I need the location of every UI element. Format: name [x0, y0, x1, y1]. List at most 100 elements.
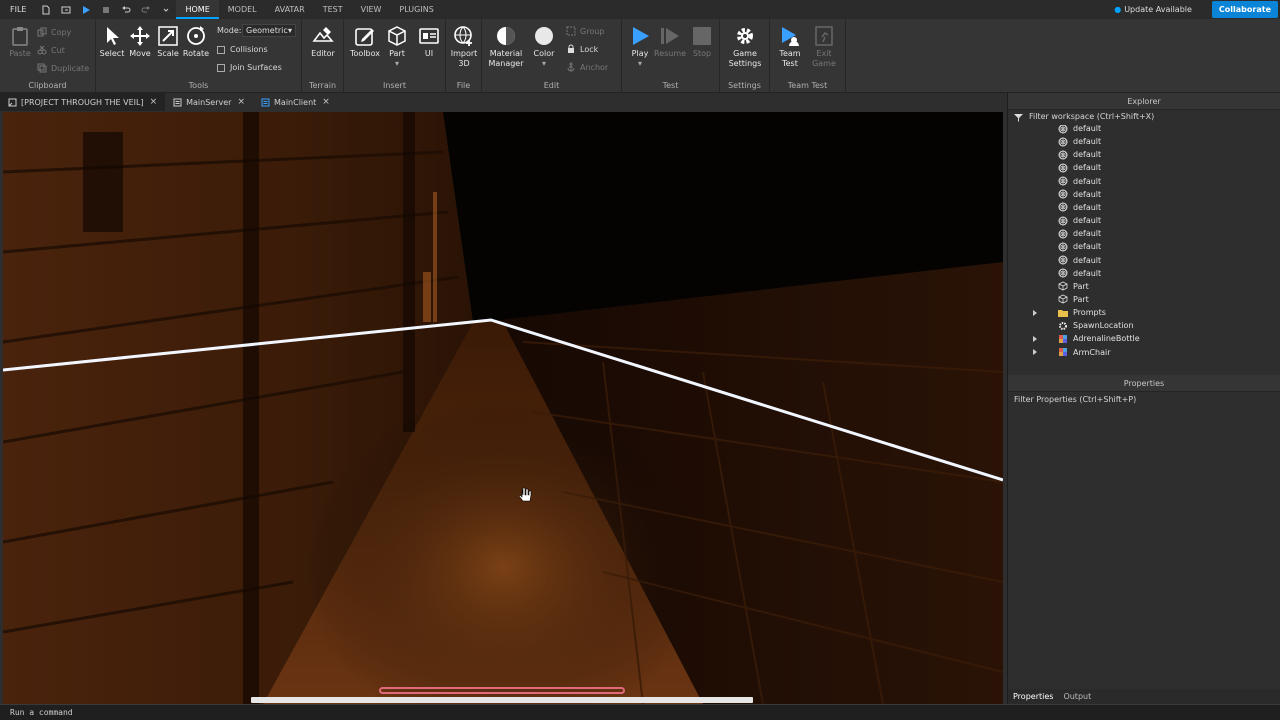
viewport-scrollbar[interactable] — [251, 697, 753, 703]
collaborate-button[interactable]: Collaborate — [1211, 1, 1278, 18]
play-icon — [629, 25, 651, 47]
edit-group-label: Edit — [543, 81, 560, 90]
command-bar[interactable]: Run a command — [0, 704, 1280, 720]
undo-icon[interactable] — [121, 5, 131, 15]
team-test-button[interactable]: Team Test — [774, 25, 806, 69]
explorer-item[interactable]: default — [1058, 254, 1101, 267]
mesh-icon — [1058, 137, 1068, 147]
paste-button[interactable]: Paste — [4, 25, 36, 59]
tab-test[interactable]: TEST — [314, 0, 352, 19]
scale-icon — [157, 25, 179, 47]
ui-button[interactable]: UI — [413, 25, 445, 59]
open-file-icon[interactable] — [61, 5, 71, 15]
stop-button[interactable]: Stop — [686, 25, 718, 59]
properties-filter[interactable]: Filter Properties (Ctrl+Shift+P) — [1008, 393, 1280, 407]
anchor-button[interactable]: Anchor — [566, 62, 608, 72]
move-arrows-icon — [129, 25, 151, 47]
file-menu[interactable]: FILE — [0, 5, 36, 14]
explorer-item[interactable]: default — [1058, 148, 1101, 161]
expand-arrow-icon[interactable] — [1032, 349, 1038, 356]
team-test-group: Team Test Exit Game Team Test — [770, 19, 846, 93]
explorer-item-label: default — [1073, 268, 1102, 278]
new-file-icon[interactable] — [41, 5, 51, 15]
part-icon — [1058, 294, 1068, 304]
rotate-tool-button[interactable]: Rotate — [180, 25, 212, 59]
tab-avatar[interactable]: AVATAR — [266, 0, 314, 19]
import-3d-label: Import 3D — [450, 49, 478, 68]
explorer-item[interactable]: default — [1058, 175, 1101, 188]
doc-tab-mainclient[interactable]: MainClient × — [253, 93, 338, 111]
explorer-item[interactable]: AdrenalineBottle — [1033, 332, 1140, 345]
explorer-item[interactable]: ArmChair — [1033, 346, 1110, 359]
collisions-checkbox[interactable] — [217, 45, 225, 54]
mode-dropdown[interactable]: Geometric ▾ — [242, 24, 296, 37]
group-button[interactable]: Group — [566, 26, 604, 36]
explorer-item[interactable]: Part — [1058, 293, 1089, 306]
explorer-item[interactable]: Prompts — [1033, 306, 1106, 319]
duplicate-button[interactable]: Duplicate — [37, 63, 89, 73]
explorer-item[interactable]: default — [1058, 135, 1101, 148]
exit-game-button[interactable]: Exit Game — [808, 25, 840, 69]
file-group-label: File — [456, 81, 471, 90]
close-icon[interactable]: × — [237, 97, 245, 107]
3d-viewport[interactable] — [3, 112, 1003, 704]
mesh-icon — [1058, 150, 1068, 160]
part-icon — [1058, 281, 1068, 291]
tab-view[interactable]: VIEW — [352, 0, 391, 19]
ui-label: UI — [424, 49, 434, 58]
explorer-item[interactable]: default — [1058, 201, 1101, 214]
explorer-filter[interactable]: Filter workspace (Ctrl+Shift+X) — [1008, 110, 1280, 124]
close-icon[interactable]: × — [150, 97, 158, 107]
explorer-item-label: default — [1073, 242, 1102, 252]
material-manager-button[interactable]: Material Manager — [488, 25, 524, 69]
explorer-item[interactable]: default — [1058, 227, 1101, 240]
import-3d-button[interactable]: Import 3D — [448, 25, 480, 69]
mode-chevron-icon: ▾ — [287, 26, 292, 35]
play-quick-icon[interactable] — [81, 5, 91, 15]
cut-button[interactable]: Cut — [37, 45, 65, 55]
game-settings-label: Game Settings — [728, 49, 762, 68]
resume-button[interactable]: Resume — [654, 25, 686, 59]
customize-chevron-icon[interactable] — [161, 5, 171, 15]
tab-properties[interactable]: Properties — [1008, 692, 1058, 701]
join-surfaces-toggle[interactable]: Join Surfaces — [217, 63, 282, 72]
tab-output[interactable]: Output — [1058, 692, 1096, 701]
terrain-editor-button[interactable]: Editor — [307, 25, 339, 59]
collisions-toggle[interactable]: Collisions — [217, 45, 268, 54]
play-button[interactable]: Play ▾ — [624, 25, 656, 69]
explorer-item[interactable]: default — [1058, 214, 1101, 227]
explorer-item[interactable]: Part — [1058, 280, 1089, 293]
part-button[interactable]: Part ▾ — [381, 25, 413, 69]
explorer-item[interactable]: default — [1058, 240, 1101, 253]
explorer-item[interactable]: default — [1058, 161, 1101, 174]
tab-home[interactable]: HOME — [176, 0, 219, 19]
tab-model[interactable]: MODEL — [219, 0, 266, 19]
explorer-item[interactable]: SpawnLocation — [1058, 319, 1134, 332]
stop-icon — [691, 25, 713, 47]
redo-icon[interactable] — [141, 5, 151, 15]
expand-arrow-icon[interactable] — [1032, 335, 1038, 342]
update-available-link[interactable]: ● Update Available — [1114, 5, 1192, 14]
expand-arrow-icon[interactable] — [1032, 309, 1038, 316]
toolbox-button[interactable]: Toolbox — [349, 25, 381, 59]
doc-tab-mainserver[interactable]: MainServer × — [165, 93, 253, 111]
update-dot-icon: ● — [1114, 5, 1122, 14]
copy-button[interactable]: Copy — [37, 27, 71, 37]
close-icon[interactable]: × — [322, 97, 330, 107]
color-button[interactable]: Color ▾ — [528, 25, 560, 69]
gear-icon — [734, 25, 756, 47]
explorer-item[interactable]: default — [1058, 188, 1101, 201]
doc-tab-place[interactable]: [PROJECT THROUGH THE VEIL] × — [0, 93, 166, 111]
stop-quick-icon[interactable] — [101, 5, 111, 15]
anchor-label: Anchor — [580, 62, 609, 72]
tab-plugins[interactable]: PLUGINS — [390, 0, 442, 19]
lock-button[interactable]: Lock — [566, 44, 598, 54]
toolbox-icon — [354, 25, 376, 47]
game-settings-button[interactable]: Game Settings — [726, 25, 764, 69]
lock-label: Lock — [580, 44, 599, 54]
explorer-item[interactable]: default — [1058, 267, 1101, 280]
lock-icon — [566, 44, 576, 54]
join-surfaces-checkbox[interactable] — [217, 63, 225, 72]
explorer-item[interactable]: default — [1058, 125, 1101, 135]
command-input[interactable]: Run a command — [10, 708, 73, 717]
